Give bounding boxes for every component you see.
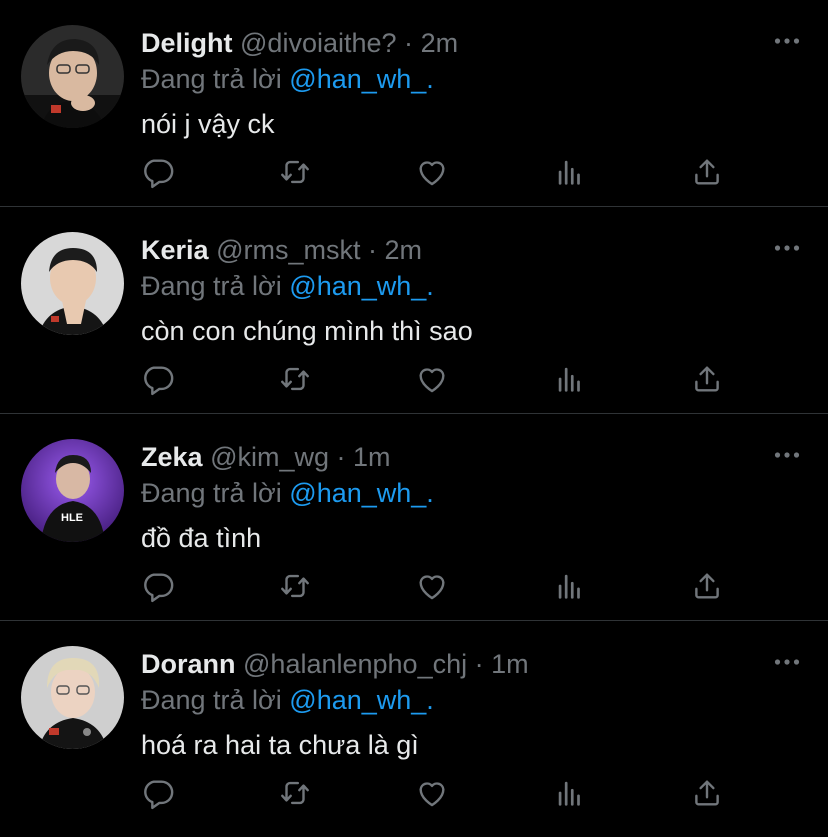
svg-text:HLE: HLE bbox=[61, 512, 83, 524]
mention-link[interactable]: @han_wh_. bbox=[289, 64, 434, 94]
heart-icon bbox=[419, 782, 445, 807]
more-options-icon[interactable] bbox=[774, 655, 800, 669]
tweet-reply[interactable]: Dorann @halanlenpho_chj · 1m Đang trả lờ… bbox=[0, 621, 828, 828]
reply-button[interactable] bbox=[138, 152, 178, 192]
analytics-icon bbox=[558, 160, 580, 185]
tweet-text: đồ đa tình bbox=[141, 523, 262, 553]
replying-to-label: Đang trả lời bbox=[141, 478, 282, 508]
heart-icon bbox=[419, 575, 445, 600]
timestamp[interactable]: 2m bbox=[385, 235, 423, 265]
retweet-icon bbox=[281, 781, 309, 805]
replying-to: Đang trả lời @han_wh_. bbox=[141, 477, 434, 509]
retweet-icon bbox=[281, 574, 309, 598]
retweet-icon bbox=[281, 160, 309, 184]
share-icon bbox=[695, 780, 719, 806]
reply-icon bbox=[144, 780, 174, 810]
display-name[interactable]: Dorann bbox=[141, 649, 236, 679]
tweet-header: Keria @rms_mskt · 2m bbox=[141, 234, 768, 266]
replying-to-label: Đang trả lời bbox=[141, 271, 282, 301]
heart-icon bbox=[419, 368, 445, 393]
tweet-actions bbox=[0, 152, 828, 192]
avatar[interactable] bbox=[21, 25, 124, 128]
analytics-button[interactable] bbox=[550, 359, 590, 399]
retweet-icon bbox=[281, 367, 309, 391]
avatar[interactable] bbox=[21, 646, 124, 749]
share-button[interactable] bbox=[687, 359, 727, 399]
user-handle[interactable]: @rms_mskt bbox=[216, 235, 360, 265]
mention-link[interactable]: @han_wh_. bbox=[289, 478, 434, 508]
timestamp[interactable]: 2m bbox=[421, 28, 459, 58]
timestamp[interactable]: 1m bbox=[491, 649, 529, 679]
analytics-button[interactable] bbox=[550, 566, 590, 606]
tweet-reply[interactable]: Delight @divoiaithe? · 2m Đang trả lời @… bbox=[0, 0, 828, 207]
reply-button[interactable] bbox=[138, 359, 178, 399]
share-button[interactable] bbox=[687, 773, 727, 813]
tweet-reply[interactable]: Keria @rms_mskt · 2m Đang trả lời @han_w… bbox=[0, 207, 828, 414]
replying-to-label: Đang trả lời bbox=[141, 685, 282, 715]
display-name[interactable]: Delight bbox=[141, 28, 233, 58]
mention-link[interactable]: @han_wh_. bbox=[289, 685, 434, 715]
tweet-header: Dorann @halanlenpho_chj · 1m bbox=[141, 648, 768, 680]
separator-dot: · bbox=[336, 442, 346, 472]
analytics-icon bbox=[558, 574, 580, 599]
more-options-icon[interactable] bbox=[774, 448, 800, 462]
like-button[interactable] bbox=[412, 773, 452, 813]
share-icon bbox=[695, 366, 719, 392]
avatar[interactable] bbox=[21, 232, 124, 335]
like-button[interactable] bbox=[412, 152, 452, 192]
tweet-actions bbox=[0, 566, 828, 606]
reply-icon bbox=[144, 159, 174, 189]
separator-dot: · bbox=[404, 28, 414, 58]
share-button[interactable] bbox=[687, 566, 727, 606]
reply-icon bbox=[144, 366, 174, 396]
retweet-button[interactable] bbox=[275, 773, 315, 813]
user-handle[interactable]: @halanlenpho_chj bbox=[243, 649, 467, 679]
tweet-actions bbox=[0, 773, 828, 813]
replying-to: Đang trả lời @han_wh_. bbox=[141, 63, 434, 95]
user-handle[interactable]: @divoiaithe? bbox=[240, 28, 397, 58]
analytics-button[interactable] bbox=[550, 152, 590, 192]
analytics-icon bbox=[558, 781, 580, 806]
share-icon bbox=[695, 159, 719, 185]
analytics-icon bbox=[558, 367, 580, 392]
share-button[interactable] bbox=[687, 152, 727, 192]
replying-to-label: Đang trả lời bbox=[141, 64, 282, 94]
retweet-button[interactable] bbox=[275, 566, 315, 606]
reply-feed: Delight @divoiaithe? · 2m Đang trả lời @… bbox=[0, 0, 828, 837]
timestamp[interactable]: 1m bbox=[353, 442, 391, 472]
tweet-actions bbox=[0, 359, 828, 399]
retweet-button[interactable] bbox=[275, 152, 315, 192]
replying-to: Đang trả lời @han_wh_. bbox=[141, 684, 434, 716]
separator-dot: · bbox=[474, 649, 484, 679]
reply-icon bbox=[144, 573, 174, 603]
display-name[interactable]: Zeka bbox=[141, 442, 203, 472]
like-button[interactable] bbox=[412, 566, 452, 606]
separator-dot: · bbox=[367, 235, 377, 265]
reply-button[interactable] bbox=[138, 773, 178, 813]
user-handle[interactable]: @kim_wg bbox=[210, 442, 329, 472]
display-name[interactable]: Keria bbox=[141, 235, 209, 265]
tweet-reply[interactable]: HLE Zeka @kim_wg · 1m Đang trả lời @han_… bbox=[0, 414, 828, 621]
tweet-text: hoá ra hai ta chưa là gì bbox=[141, 730, 419, 760]
heart-icon bbox=[419, 161, 445, 186]
replying-to: Đang trả lời @han_wh_. bbox=[141, 270, 434, 302]
share-icon bbox=[695, 573, 719, 599]
reply-button[interactable] bbox=[138, 566, 178, 606]
more-options-icon[interactable] bbox=[774, 241, 800, 255]
retweet-button[interactable] bbox=[275, 359, 315, 399]
tweet-text: nói j vậy ck bbox=[141, 109, 275, 139]
tweet-header: Zeka @kim_wg · 1m bbox=[141, 441, 768, 473]
tweet-header: Delight @divoiaithe? · 2m bbox=[141, 27, 768, 59]
avatar[interactable]: HLE bbox=[21, 439, 124, 542]
more-options-icon[interactable] bbox=[774, 34, 800, 48]
mention-link[interactable]: @han_wh_. bbox=[289, 271, 434, 301]
analytics-button[interactable] bbox=[550, 773, 590, 813]
tweet-text: còn con chúng mình thì sao bbox=[141, 316, 473, 346]
like-button[interactable] bbox=[412, 359, 452, 399]
